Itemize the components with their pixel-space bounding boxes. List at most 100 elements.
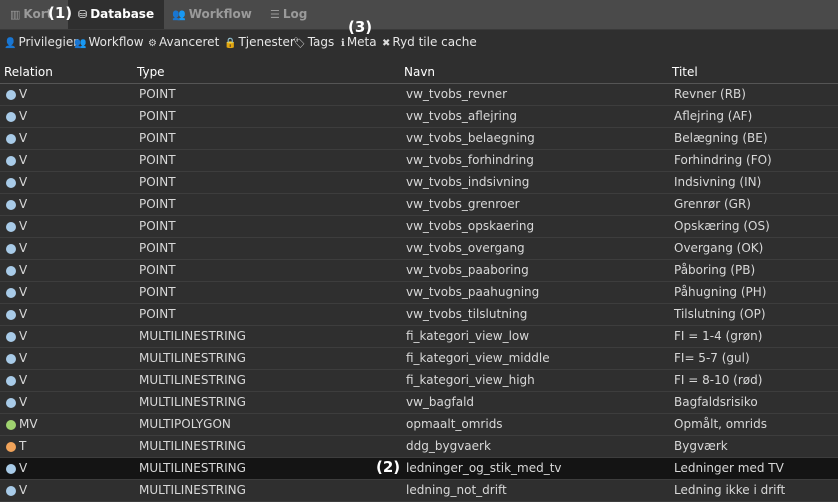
relation-cell: V	[19, 351, 28, 365]
titel-cell: Tilslutning (OP)	[674, 307, 766, 321]
type-cell: MULTIPOLYGON	[139, 417, 231, 431]
relation-type-dot-icon	[6, 112, 16, 122]
table-row[interactable]: V POINT vw_tvobs_revner Revner (RB)	[0, 84, 838, 106]
titel-cell: Revner (RB)	[674, 87, 746, 101]
relation-cell: V	[19, 373, 28, 387]
relation-type-dot-icon	[6, 376, 16, 386]
relation-type-dot-icon	[6, 90, 16, 100]
navn-cell: vw_tvobs_opskaering	[406, 219, 535, 233]
navn-cell: fi_kategori_view_high	[406, 373, 535, 387]
relation-type-dot-icon	[6, 266, 16, 276]
relation-cell: V	[19, 219, 28, 233]
table-body: V POINT vw_tvobs_revner Revner (RB) V POINT vw…	[0, 84, 838, 502]
titel-cell: Belægning (BE)	[674, 131, 768, 145]
meta-button[interactable]: ℹ Meta	[341, 35, 377, 49]
navn-cell: vw_tvobs_overgang	[406, 241, 525, 255]
close-icon: ✖	[382, 38, 391, 49]
privilegier-button[interactable]: 👤 Privilegier	[4, 35, 78, 49]
relation-type-dot-icon	[6, 222, 16, 232]
relation-cell: V	[19, 329, 28, 343]
type-cell: MULTILINESTRING	[139, 351, 246, 365]
tjenester-button[interactable]: 🔒 Tjenester	[224, 35, 295, 49]
relation-type-dot-icon	[6, 420, 16, 430]
type-cell: POINT	[139, 109, 176, 123]
type-cell: POINT	[139, 131, 176, 145]
relation-cell: V	[19, 483, 28, 497]
table-row[interactable]: V MULTILINESTRING fi_kategori_view_middle F…	[0, 348, 838, 370]
titel-cell: Forhindring (FO)	[674, 153, 772, 167]
column-header-titel[interactable]: Titel	[672, 65, 698, 79]
tab-database[interactable]: ⛁ Database	[68, 0, 165, 29]
titel-cell: FI= 5-7 (gul)	[674, 351, 750, 365]
titel-cell: Opmålt, omrids	[674, 417, 767, 431]
relation-type-dot-icon	[6, 178, 16, 188]
relation-cell: MV	[19, 417, 38, 431]
titel-cell: FI = 8-10 (rød)	[674, 373, 763, 387]
tab-kort[interactable]: ▥ Kort	[10, 0, 50, 29]
relation-type-dot-icon	[6, 134, 16, 144]
cogs-icon: ⚙	[148, 38, 157, 49]
relation-type-dot-icon	[6, 310, 16, 320]
type-cell: MULTILINESTRING	[139, 439, 246, 453]
navn-cell: ledninger_og_stik_med_tv	[406, 461, 562, 475]
table-row[interactable]: V POINT vw_tvobs_paahugning Påhugning (PH)	[0, 282, 838, 304]
table-row[interactable]: V POINT vw_tvobs_grenroer Grenrør (GR)	[0, 194, 838, 216]
relation-cell: V	[19, 241, 28, 255]
type-cell: MULTILINESTRING	[139, 329, 246, 343]
navn-cell: fi_kategori_view_middle	[406, 351, 550, 365]
navn-cell: vw_tvobs_forhindring	[406, 153, 534, 167]
navn-cell: fi_kategori_view_low	[406, 329, 530, 343]
table-row[interactable]: V MULTILINESTRING ledning_not_drift Ledning…	[0, 480, 838, 502]
relation-cell: V	[19, 87, 28, 101]
navn-cell: ddg_bygvaerk	[406, 439, 491, 453]
navn-cell: vw_tvobs_revner	[406, 87, 508, 101]
users-icon: 👥	[172, 8, 186, 21]
type-cell: POINT	[139, 175, 176, 189]
titel-cell: Ledning ikke i drift	[674, 483, 786, 497]
relation-cell: V	[19, 285, 28, 299]
navn-cell: vw_tvobs_belaegning	[406, 131, 535, 145]
tab-log[interactable]: ☰ Log	[270, 0, 307, 29]
relation-type-dot-icon	[6, 200, 16, 210]
lock-icon: 🔒	[224, 38, 237, 49]
avanceret-button[interactable]: ⚙ Avanceret	[148, 35, 219, 49]
table-row[interactable]: V MULTILINESTRING fi_kategori_view_low FI =…	[0, 326, 838, 348]
annotation-marker-1: (1)	[48, 4, 73, 22]
titel-cell: Ledninger med TV	[674, 461, 784, 475]
table-row[interactable]: V POINT vw_tvobs_belaegning Belægning (BE)	[0, 128, 838, 150]
column-header-relation[interactable]: Relation	[4, 65, 53, 79]
table-row[interactable]: V POINT vw_tvobs_overgang Overgang (OK)	[0, 238, 838, 260]
list-icon: ☰	[270, 8, 280, 21]
table-row[interactable]: V POINT vw_tvobs_tilslutning Tilslutning (O…	[0, 304, 838, 326]
tab-workflow[interactable]: 👥 Workflow	[172, 0, 252, 29]
ryd-tile-cache-button[interactable]: ✖ Ryd tile cache	[382, 35, 477, 49]
table-row[interactable]: T MULTILINESTRING ddg_bygvaerk Bygværk	[0, 436, 838, 458]
table-row[interactable]: V MULTILINESTRING fi_kategori_view_high FI …	[0, 370, 838, 392]
table-row[interactable]: V POINT vw_tvobs_forhindring Forhindring (F…	[0, 150, 838, 172]
table-row[interactable]: V POINT vw_tvobs_opskaering Opskæring (OS)	[0, 216, 838, 238]
relation-type-dot-icon	[6, 288, 16, 298]
titel-cell: Aflejring (AF)	[674, 109, 753, 123]
table-row[interactable]: MV MULTIPOLYGON opmaalt_omrids Opmålt, omri…	[0, 414, 838, 436]
table-row[interactable]: V MULTILINESTRING vw_bagfald Bagfaldsrisiko	[0, 392, 838, 414]
tags-icon: 🏷	[293, 38, 306, 49]
type-cell: MULTILINESTRING	[139, 373, 246, 387]
table-row[interactable]: V MULTILINESTRING ledninger_og_stik_med_tv…	[0, 458, 838, 480]
type-cell: POINT	[139, 197, 176, 211]
titel-cell: Bygværk	[674, 439, 728, 453]
database-icon: ⛁	[78, 8, 88, 21]
relation-type-dot-icon	[6, 398, 16, 408]
navn-cell: vw_bagfald	[406, 395, 475, 409]
table-row[interactable]: V POINT vw_tvobs_aflejring Aflejring (AF)	[0, 106, 838, 128]
relation-cell: V	[19, 175, 28, 189]
table-row[interactable]: V POINT vw_tvobs_indsivning Indsivning (IN)	[0, 172, 838, 194]
column-header-type[interactable]: Type	[137, 65, 165, 79]
table-row[interactable]: V POINT vw_tvobs_paaboring Påboring (PB)	[0, 260, 838, 282]
database-toolbar: 👤 Privilegier 👥 Workflow ⚙ Avanceret 🔒 Tjene…	[0, 31, 838, 55]
column-header-navn[interactable]: Navn	[404, 65, 435, 79]
tags-button[interactable]: 🏷 Tags	[293, 35, 334, 49]
type-cell: POINT	[139, 87, 176, 101]
type-cell: POINT	[139, 153, 176, 167]
workflow-button[interactable]: 👥 Workflow	[74, 35, 144, 49]
relation-cell: V	[19, 109, 28, 123]
